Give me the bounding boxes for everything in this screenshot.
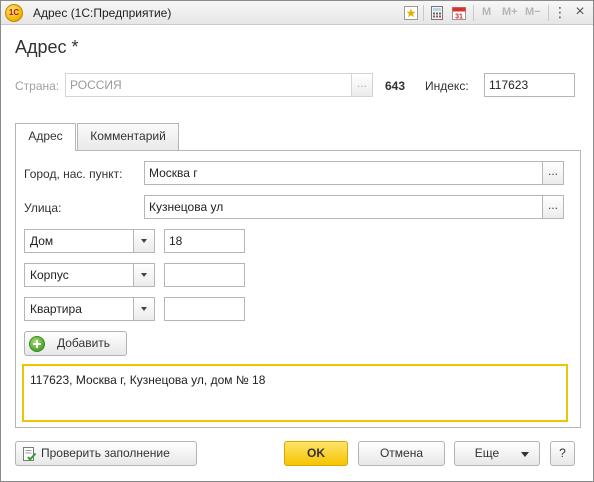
- city-label: Город, нас. пункт:: [24, 167, 123, 181]
- 1c-logo-icon[interactable]: 1С: [5, 4, 23, 22]
- index-label: Индекс:: [425, 79, 469, 93]
- add-icon: [29, 336, 45, 352]
- block-type-value: Корпус: [30, 268, 69, 282]
- country-select-button: ...: [351, 73, 373, 97]
- add-button-label: Добавить: [57, 336, 111, 350]
- country-label: Страна:: [15, 79, 60, 93]
- more-button[interactable]: Еще: [454, 441, 540, 466]
- toolbar-separator: [473, 5, 474, 21]
- index-field[interactable]: 117623: [484, 73, 575, 97]
- street-select-button[interactable]: ...: [542, 195, 564, 219]
- memory-minus-button[interactable]: M−: [525, 6, 541, 18]
- title-bar[interactable]: 1С Адрес (1С:Предприятие) 31 M M+ M− ⋮ ×: [1, 1, 593, 25]
- apartment-type-select[interactable]: Квартира: [24, 297, 155, 321]
- cancel-button[interactable]: Отмена: [358, 441, 445, 466]
- block-type-select[interactable]: Корпус: [24, 263, 155, 287]
- dropdown-arrow-icon: [521, 452, 529, 457]
- chevron-down-icon[interactable]: [133, 298, 154, 320]
- form-title: Адрес *: [15, 37, 79, 57]
- add-button[interactable]: Добавить: [24, 331, 127, 356]
- full-address-text[interactable]: 117623, Москва г, Кузнецова ул, дом № 18: [22, 364, 568, 422]
- block-number-field[interactable]: [164, 263, 245, 287]
- apartment-type-value: Квартира: [30, 302, 82, 316]
- building-type-value: Дом: [30, 234, 54, 248]
- address-dialog: 1С Адрес (1С:Предприятие) 31 M M+ M− ⋮ ×…: [0, 0, 594, 482]
- toolbar-separator: [423, 5, 424, 21]
- chevron-down-icon[interactable]: [133, 230, 154, 252]
- calendar-icon[interactable]: 31: [451, 5, 467, 21]
- tab-comment[interactable]: Комментарий: [77, 123, 179, 150]
- apartment-number-field[interactable]: [164, 297, 245, 321]
- country-field: РОССИЯ: [65, 73, 352, 97]
- building-type-select[interactable]: Дом: [24, 229, 155, 253]
- city-select-button[interactable]: ...: [542, 161, 564, 185]
- svg-text:31: 31: [455, 14, 463, 21]
- window-menu-button[interactable]: ⋮: [551, 4, 569, 22]
- city-field[interactable]: Москва г: [144, 161, 544, 185]
- check-document-icon: [23, 447, 37, 462]
- toolbar-separator: [548, 5, 549, 21]
- memory-m-button[interactable]: M: [482, 6, 491, 18]
- calculator-icon[interactable]: [429, 5, 445, 21]
- check-filling-button[interactable]: Проверить заполнение: [15, 441, 197, 466]
- building-number-field[interactable]: 18: [164, 229, 245, 253]
- street-field[interactable]: Кузнецова ул: [144, 195, 544, 219]
- favorites-icon[interactable]: [403, 5, 419, 21]
- window-title: Адрес (1С:Предприятие): [33, 6, 172, 20]
- street-label: Улица:: [24, 201, 62, 215]
- more-button-label: Еще: [474, 446, 500, 460]
- help-button[interactable]: ?: [550, 441, 575, 466]
- country-code: 643: [385, 79, 406, 93]
- memory-plus-button[interactable]: M+: [502, 6, 518, 18]
- close-button[interactable]: ×: [571, 4, 589, 22]
- check-filling-label: Проверить заполнение: [41, 446, 170, 460]
- ok-button[interactable]: OK: [284, 441, 348, 466]
- chevron-down-icon[interactable]: [133, 264, 154, 286]
- tab-address[interactable]: Адрес: [15, 123, 76, 151]
